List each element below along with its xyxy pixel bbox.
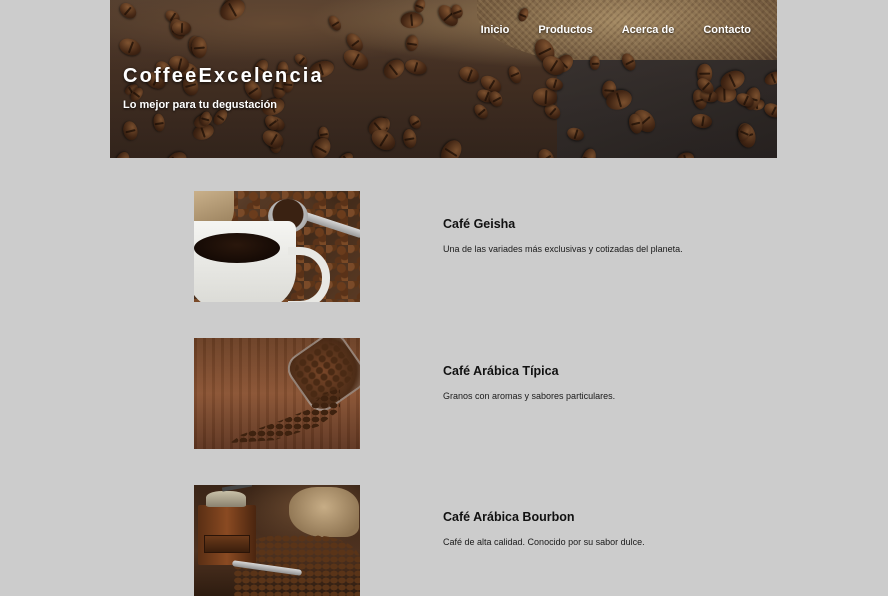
hero-header: Inicio Productos Acerca de Contacto Coff… <box>110 0 777 158</box>
product-card-geisha: Café Geisha Una de las variades más excl… <box>194 191 794 302</box>
product-card-arabica-tipica: Café Arábica Típica Granos con aromas y … <box>194 338 794 449</box>
product-card-arabica-bourbon: Café Arábica Bourbon Café de alta calida… <box>194 485 794 596</box>
main-nav: Inicio Productos Acerca de Contacto <box>481 24 751 36</box>
product-title: Café Arábica Bourbon <box>443 510 575 524</box>
product-image-arabica-bourbon <box>194 485 360 596</box>
product-image-arabica-tipica <box>194 338 360 449</box>
product-title: Café Arábica Típica <box>443 364 559 378</box>
product-title: Café Geisha <box>443 217 516 231</box>
product-image-geisha <box>194 191 360 302</box>
nav-link-acerca-de[interactable]: Acerca de <box>622 24 675 36</box>
site-tagline: Lo mejor para tu degustación <box>123 99 278 111</box>
page: Inicio Productos Acerca de Contacto Coff… <box>0 0 888 596</box>
nav-link-contacto[interactable]: Contacto <box>703 24 751 36</box>
nav-link-productos[interactable]: Productos <box>538 24 592 36</box>
nav-link-inicio[interactable]: Inicio <box>481 24 510 36</box>
product-description: Granos con aromas y sabores particulares… <box>443 391 616 401</box>
site-logo-text[interactable]: CoffeeExcelencia <box>123 65 324 88</box>
product-description: Café de alta calidad. Conocido por su sa… <box>443 537 645 547</box>
brand-part-coffee: Coffee <box>123 65 199 87</box>
brand-part-excelencia: Excelencia <box>198 65 324 87</box>
product-description: Una de las variades más exclusivas y cot… <box>443 244 683 254</box>
